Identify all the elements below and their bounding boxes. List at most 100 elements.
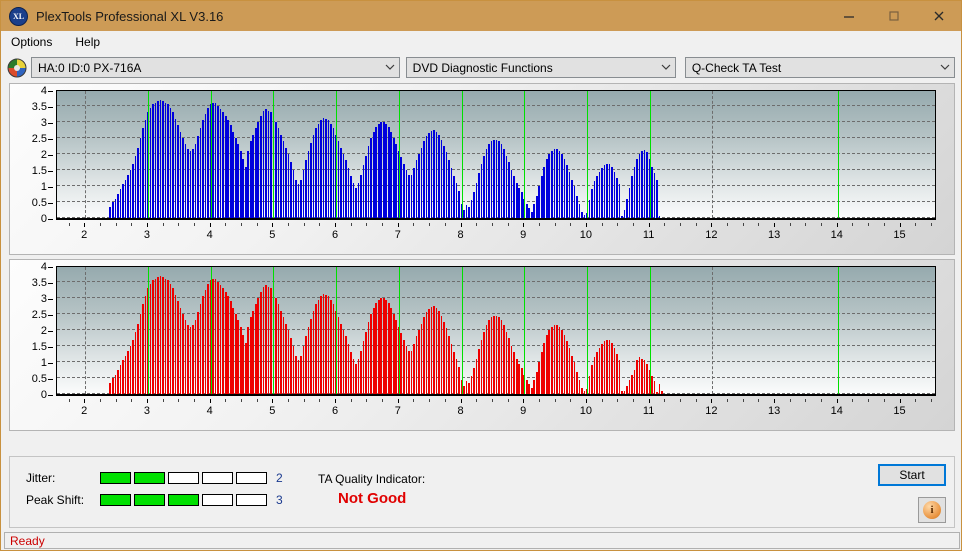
chart-bar: [290, 162, 292, 218]
chart-bar: [214, 103, 217, 218]
close-button[interactable]: [916, 1, 961, 31]
start-button[interactable]: Start: [878, 464, 946, 486]
menu-item-options[interactable]: Options: [9, 33, 61, 51]
chart-bar: [232, 131, 235, 218]
chart-bar: [375, 126, 378, 218]
chart-bar: [603, 165, 606, 218]
x-axis-minor-tick: [413, 399, 415, 402]
chart-bar: [207, 283, 209, 394]
chart-bar: [114, 374, 117, 394]
x-axis-tick-label: 11: [642, 229, 655, 241]
x-axis-minor-tick: [193, 399, 195, 402]
chart-bar: [355, 363, 357, 394]
menu-item-help[interactable]: Help: [73, 33, 109, 51]
chart-bar: [350, 352, 352, 394]
x-axis-tick: [711, 223, 713, 227]
chart-bar: [204, 290, 207, 394]
chart-bar: [132, 163, 134, 218]
chart-bar: [643, 150, 646, 218]
chart-bar: [229, 125, 232, 218]
chart-marker-line: [398, 91, 400, 218]
peak-shift-value: 3: [276, 493, 283, 507]
chart-bar: [345, 160, 347, 218]
chart-marker-line: [273, 91, 275, 218]
chart-bar: [219, 109, 222, 218]
meter-segment: [134, 494, 165, 506]
chart-bar: [495, 315, 498, 394]
chart-bar: [621, 390, 623, 394]
x-axis-tick-label: 6: [332, 229, 339, 241]
x-axis-minor-tick: [883, 223, 885, 226]
chart-bar: [395, 144, 398, 218]
chart-bar: [265, 285, 267, 394]
chart-bar: [458, 366, 460, 394]
x-axis-minor-tick: [491, 399, 493, 402]
chart-bar: [392, 138, 395, 218]
chart-bar: [372, 131, 375, 218]
chart-bar: [618, 184, 621, 218]
chart-marker-line: [461, 91, 463, 218]
test-select[interactable]: Q-Check TA Test: [684, 57, 955, 78]
info-button[interactable]: i: [918, 497, 946, 523]
chart-bar: [395, 320, 398, 394]
jitter-value: 2: [276, 471, 283, 485]
chart-bar: [405, 170, 408, 218]
chart-bar: [493, 139, 495, 218]
chart-bar: [661, 391, 663, 394]
chart-bar: [408, 350, 410, 394]
chart-bar: [563, 158, 566, 218]
chart-bar: [465, 205, 468, 218]
chart-bar: [433, 306, 435, 394]
chart-bar: [543, 342, 546, 394]
chart-bar: [277, 304, 280, 394]
chart-bar: [295, 179, 297, 218]
chart-bar: [300, 355, 302, 394]
chart-bar: [413, 168, 415, 218]
chart-bar: [578, 379, 581, 394]
chart-bar: [179, 131, 182, 218]
chart-bar: [287, 154, 290, 218]
chart-bar: [137, 147, 139, 218]
chart-bar: [583, 390, 586, 394]
x-axis-tick: [84, 399, 86, 403]
chart-bar: [425, 136, 428, 218]
drive-select[interactable]: HA:0 ID:0 PX-716A: [31, 57, 400, 78]
chart-bar: [292, 346, 295, 394]
x-axis-tick: [209, 223, 211, 227]
chart-bar: [307, 326, 310, 394]
chart-bar: [510, 170, 513, 218]
x-axis-minor-tick: [789, 399, 791, 402]
maximize-button[interactable]: [871, 1, 916, 31]
chart-bar: [400, 333, 403, 394]
chart-bar: [192, 149, 194, 218]
chart-bar: [621, 216, 623, 218]
chart-bar: [470, 200, 473, 218]
chart-bar: [124, 355, 127, 394]
x-axis-minor-tick: [554, 223, 556, 226]
minimize-button[interactable]: [826, 1, 871, 31]
disc-icon: [7, 58, 27, 77]
y-axis-tick: [48, 171, 53, 172]
chart-bar: [443, 146, 445, 218]
x-axis-minor-tick: [366, 399, 368, 402]
chart-bar: [390, 307, 393, 394]
window-title: PlexTools Professional XL V3.16: [36, 8, 224, 24]
x-axis-tick-label: 14: [830, 405, 843, 417]
x-axis-minor-tick: [664, 223, 666, 226]
y-axis-tick-label: 1: [40, 181, 47, 193]
chart-bar: [332, 304, 335, 394]
chart-bar: [453, 352, 455, 394]
chart-bar: [606, 163, 608, 218]
chart-bar: [320, 296, 322, 394]
x-axis-minor-tick: [868, 223, 870, 226]
y-axis-tick: [48, 203, 53, 204]
chart-marker-line: [336, 91, 338, 218]
x-axis-tick-label: 4: [206, 229, 213, 241]
drive-select-value: HA:0 ID:0 PX-716A: [38, 60, 142, 75]
x-axis-tick: [648, 223, 650, 227]
chart-bar: [430, 130, 433, 218]
function-select[interactable]: DVD Diagnostic Functions: [405, 57, 676, 78]
chart-bar: [252, 310, 255, 394]
chart-bar: [596, 176, 598, 218]
chart-marker-line: [586, 267, 588, 394]
